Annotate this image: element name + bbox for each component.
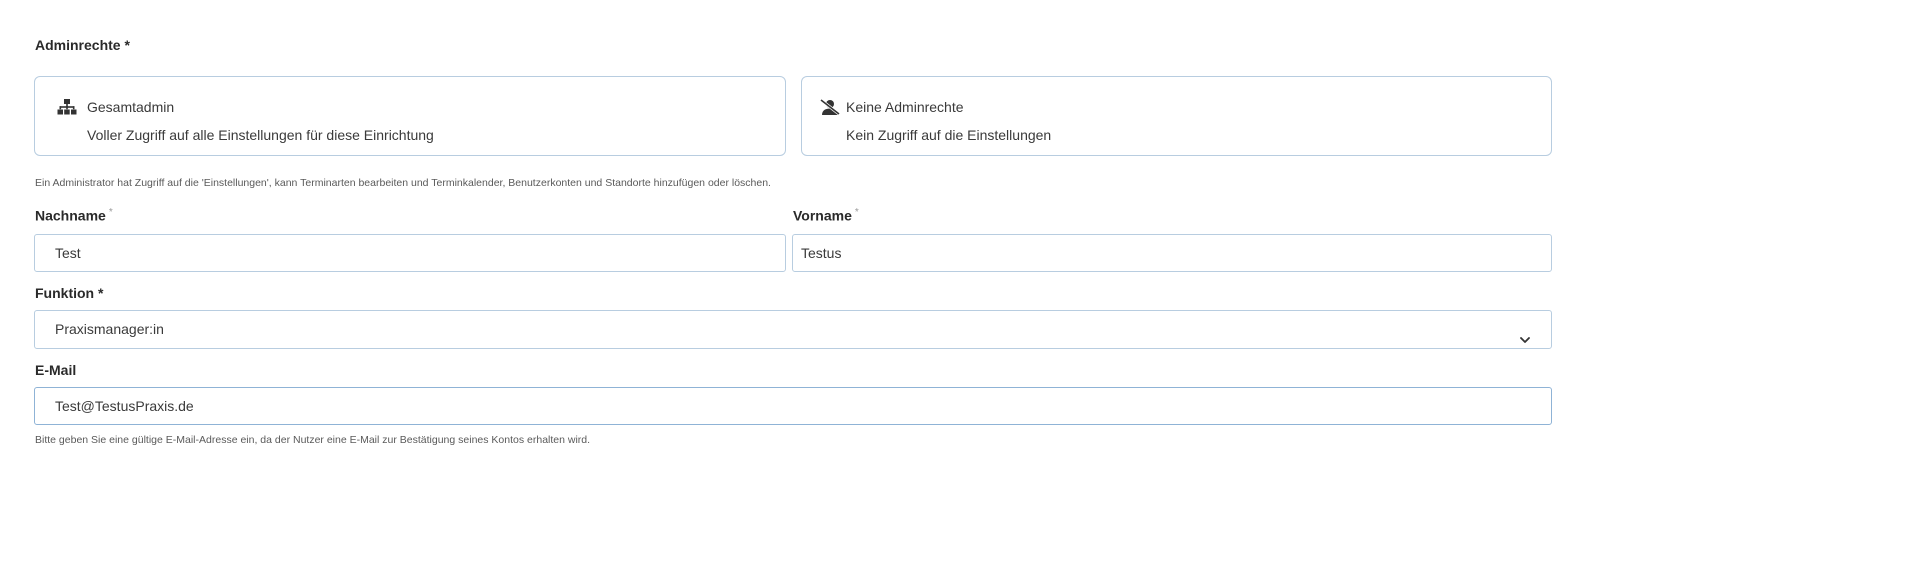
admin-option-none[interactable]: Keine Adminrechte Kein Zugriff auf die E… bbox=[801, 76, 1552, 156]
last-name-label: Nachname * bbox=[35, 207, 113, 224]
email-label: E-Mail bbox=[35, 362, 77, 378]
admin-option-title: Keine Adminrechte bbox=[846, 99, 964, 115]
first-name-label: Vorname * bbox=[793, 207, 859, 224]
email-input[interactable]: Test@TestusPraxis.de bbox=[34, 387, 1552, 425]
required-mark: * bbox=[854, 207, 859, 218]
first-name-input[interactable]: Testus bbox=[792, 234, 1552, 272]
admin-option-title: Gesamtadmin bbox=[87, 99, 175, 115]
admin-option-full[interactable]: Gesamtadmin Voller Zugriff auf alle Eins… bbox=[34, 76, 786, 156]
email-hint: Bitte geben Sie eine gültige E-Mail-Adre… bbox=[35, 434, 591, 446]
admin-option-description: Kein Zugriff auf die Einstellungen bbox=[846, 127, 1052, 143]
required-mark: * bbox=[108, 207, 113, 218]
sitemap-icon bbox=[57, 99, 77, 115]
chevron-down-icon bbox=[1519, 323, 1531, 343]
function-selected-value: Praxismanager:in bbox=[55, 321, 164, 337]
admin-rights-hint: Ein Administrator hat Zugriff auf die 'E… bbox=[35, 177, 771, 189]
function-select[interactable]: Praxismanager:in bbox=[34, 310, 1552, 349]
last-name-input[interactable]: Test bbox=[34, 234, 786, 272]
admin-option-description: Voller Zugriff auf alle Einstellungen fü… bbox=[87, 127, 434, 143]
function-label: Funktion * bbox=[35, 285, 104, 301]
first-name-label-text: Vorname bbox=[793, 207, 852, 224]
admin-rights-label: Adminrechte * bbox=[35, 37, 130, 53]
last-name-label-text: Nachname bbox=[35, 207, 106, 224]
user-slash-icon bbox=[819, 98, 840, 116]
